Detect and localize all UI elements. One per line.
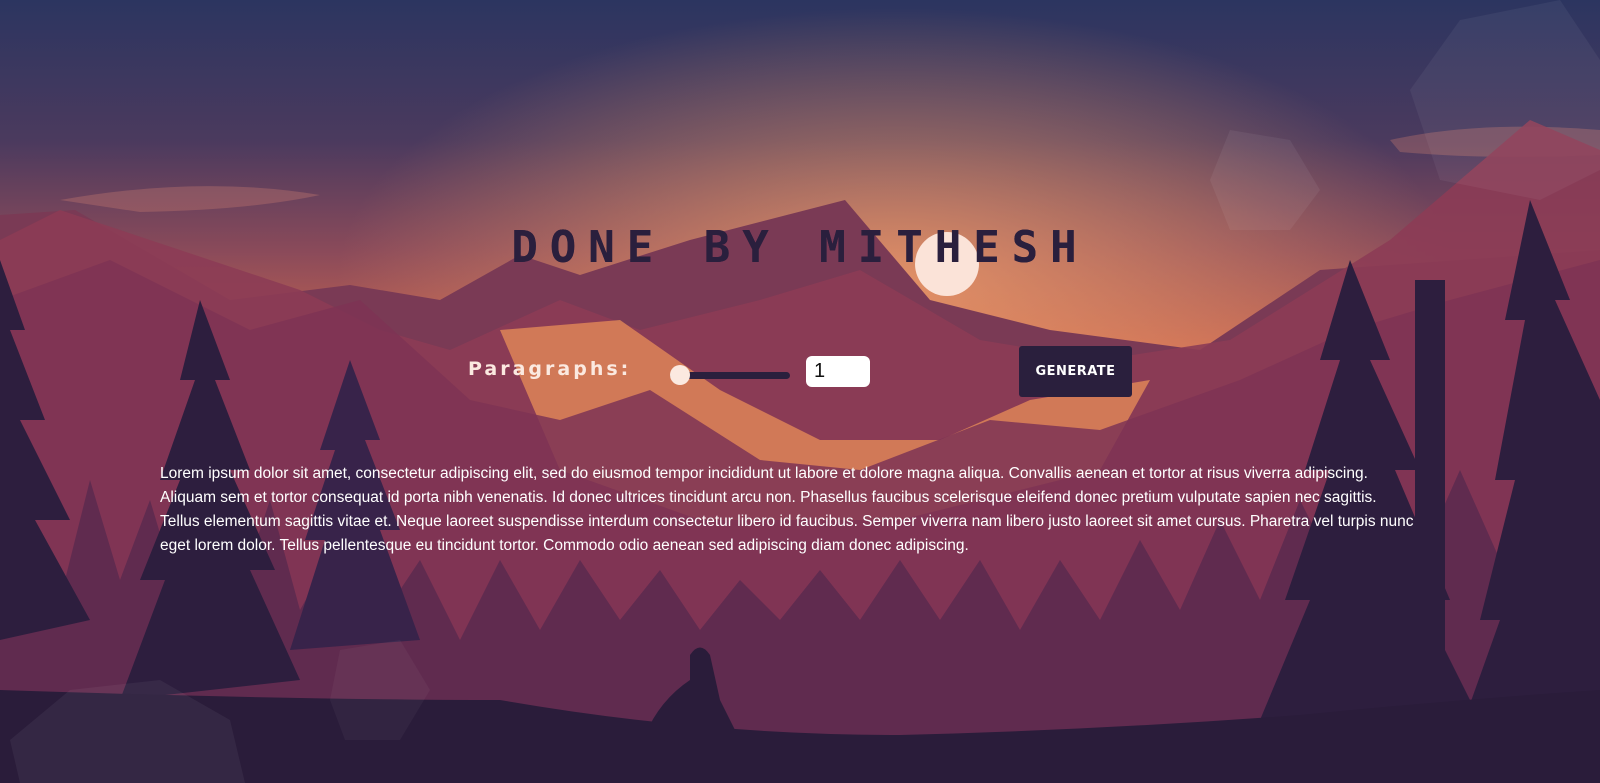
generated-paragraph: Lorem ipsum dolor sit amet, consectetur … (160, 465, 1414, 554)
slider-thumb[interactable] (670, 365, 690, 385)
paragraph-count-input[interactable] (806, 356, 870, 387)
paragraphs-slider[interactable] (670, 365, 790, 385)
generate-button[interactable]: GENERATE (1019, 346, 1132, 397)
paragraphs-label: Paragraphs: (468, 358, 632, 380)
page-title: DONE BY MITHESH (511, 222, 1089, 273)
generated-text: Lorem ipsum dolor sit amet, consectetur … (160, 462, 1420, 558)
background-landscape (0, 0, 1600, 783)
page: DONE BY MITHESH Paragraphs: GENERATE Lor… (0, 0, 1600, 783)
